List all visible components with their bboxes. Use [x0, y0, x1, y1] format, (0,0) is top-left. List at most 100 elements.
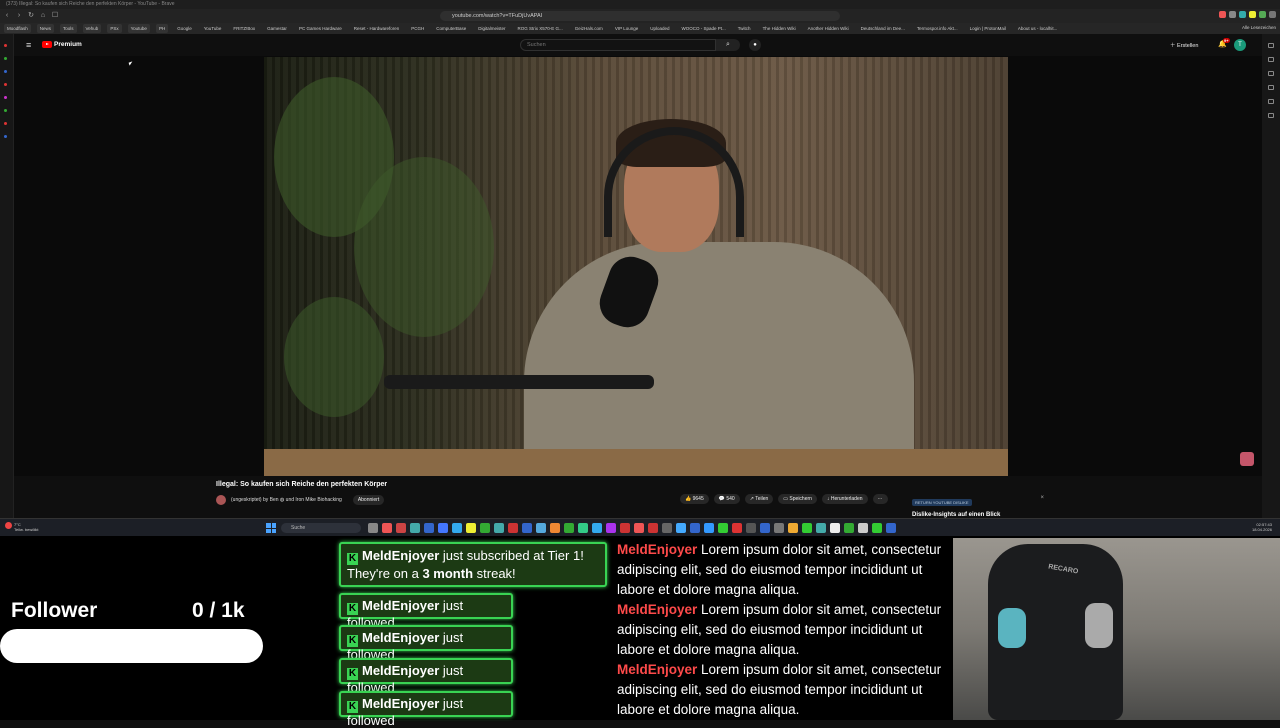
bookmark-item[interactable]: Deutschland im Dee... — [858, 24, 908, 33]
taskbar-app-icon[interactable] — [648, 523, 658, 533]
taskbar-app-icon[interactable] — [634, 523, 644, 533]
taskbar-app-icon[interactable] — [578, 523, 588, 533]
bookmark-item[interactable]: Vehub — [82, 24, 102, 33]
taskbar-search[interactable]: Suche — [281, 523, 361, 533]
sidebar-dot-icon[interactable] — [4, 83, 7, 86]
bookmark-item[interactable]: VIP Lounge — [612, 24, 641, 33]
brave-shield-icon[interactable] — [1219, 11, 1226, 18]
taskbar-app-icon[interactable] — [718, 523, 728, 533]
bookmark-item[interactable]: WOOCO - Spade Pt... — [679, 24, 729, 33]
taskbar-app-icon[interactable] — [690, 523, 700, 533]
microphone-icon[interactable]: ● — [749, 39, 761, 51]
taskbar-app-icon[interactable] — [774, 523, 784, 533]
bookmark-item[interactable]: Termospor.info Akt... — [914, 24, 961, 33]
reload-icon[interactable]: ↻ — [26, 11, 36, 21]
taskbar-app-icon[interactable] — [438, 523, 448, 533]
taskbar-app-icon[interactable] — [816, 523, 826, 533]
sidebar-dot-icon[interactable] — [4, 96, 7, 99]
video-player[interactable] — [14, 56, 1262, 476]
bookmark-icon[interactable]: ☐ — [50, 11, 60, 21]
taskbar-app-icon[interactable] — [872, 523, 882, 533]
bookmark-item[interactable]: Reset - Hardwareforen — [351, 24, 403, 33]
sidebar-dot-icon[interactable] — [4, 70, 7, 73]
windows-start-icon[interactable] — [266, 523, 276, 533]
panel-icon[interactable] — [1268, 85, 1274, 90]
taskbar-app-icon[interactable] — [732, 523, 742, 533]
bookmark-item[interactable]: YouTube — [201, 24, 225, 33]
hamburger-menu-icon[interactable]: ≡ — [26, 40, 31, 50]
more-button[interactable]: ··· — [872, 494, 888, 504]
taskbar-app-icon[interactable] — [844, 523, 854, 533]
bookmark-item[interactable]: Tools — [60, 24, 77, 33]
taskbar-app-icon[interactable] — [424, 523, 434, 533]
share-button[interactable]: ↗ Teilen — [744, 494, 774, 504]
extension-icon[interactable] — [1249, 11, 1256, 18]
panel-icon[interactable] — [1268, 99, 1274, 104]
bookmark-item[interactable]: News — [36, 24, 55, 33]
comments-button[interactable]: 💬 540 — [713, 494, 740, 504]
channel-avatar[interactable] — [216, 495, 226, 505]
panel-icon[interactable] — [1268, 43, 1274, 48]
weather-widget[interactable]: 7°C Teilw. bewölkt — [5, 522, 38, 532]
taskbar-app-icon[interactable] — [396, 523, 406, 533]
taskbar-app-icon[interactable] — [382, 523, 392, 533]
forward-icon[interactable]: › — [14, 11, 24, 21]
bookmark-item[interactable]: Google — [174, 24, 195, 33]
bookmark-item[interactable]: Uploaded — [647, 24, 672, 33]
taskbar-app-icon[interactable] — [788, 523, 798, 533]
all-bookmarks-link[interactable]: Alle Lesezeichen — [1242, 25, 1276, 30]
taskbar-app-icon[interactable] — [536, 523, 546, 533]
create-button[interactable]: ＋ Erstellen — [1170, 41, 1198, 49]
notifications-bell-icon[interactable]: 🔔 9+ — [1218, 38, 1230, 48]
panel-icon[interactable] — [1268, 71, 1274, 76]
url-bar[interactable]: youtube.com/watch?v=TFuDjUvAPAI — [440, 11, 840, 21]
bookmark-item[interactable]: GeizHals.com — [572, 24, 606, 33]
bookmark-item[interactable]: FRITZ!Box — [230, 24, 258, 33]
panel-icon[interactable] — [1268, 57, 1274, 62]
taskbar-app-icon[interactable] — [886, 523, 896, 533]
sidebar-dot-icon[interactable] — [4, 57, 7, 60]
taskbar-app-icon[interactable] — [704, 523, 714, 533]
youtube-premium-logo[interactable]: Premium — [42, 41, 82, 48]
download-button[interactable]: ↓ Herunterladen — [821, 494, 868, 504]
taskbar-app-icon[interactable] — [858, 523, 868, 533]
bookmark-item[interactable]: PSx — [107, 24, 122, 33]
bookmark-item[interactable]: PC Games Hardware — [296, 24, 345, 33]
extension-icon[interactable] — [1229, 11, 1236, 18]
avatar[interactable]: T — [1234, 39, 1246, 51]
taskbar-app-icon[interactable] — [508, 523, 518, 533]
bookmark-item[interactable]: ComputerBase — [433, 24, 469, 33]
taskbar-app-icon[interactable] — [620, 523, 630, 533]
sidebar-dot-icon[interactable] — [4, 122, 7, 125]
taskbar-app-icon[interactable] — [802, 523, 812, 533]
menu-icon[interactable] — [1269, 11, 1276, 18]
sidebar-dot-icon[interactable] — [4, 135, 7, 138]
channel-name[interactable]: (ungeskriptet) by Ben ◍ und Iron Mike Bi… — [231, 497, 342, 503]
taskbar-app-icon[interactable] — [746, 523, 756, 533]
system-tray-clock[interactable]: 02:57:43 18.04.2026 — [1252, 522, 1272, 532]
bookmark-item[interactable]: Gamestar — [264, 24, 290, 33]
bookmark-item[interactable]: Another Hidden Wiki — [805, 24, 852, 33]
subscribed-button[interactable]: Abonniert — [352, 495, 385, 505]
extension-icon[interactable] — [1239, 11, 1246, 18]
bookmark-item[interactable]: About us - localhit... — [1015, 24, 1061, 33]
taskbar-app-icon[interactable] — [452, 523, 462, 533]
bookmark-item[interactable]: The Hidden Wiki — [760, 24, 799, 33]
video-frame[interactable] — [264, 57, 1008, 476]
like-button[interactable]: 👍 9645 — [680, 494, 709, 504]
bookmark-item[interactable]: Login | ProtonMail — [967, 24, 1009, 33]
bookmark-item[interactable]: Twitch — [735, 24, 754, 33]
close-icon[interactable]: × — [1040, 495, 1044, 501]
taskbar-app-icon[interactable] — [410, 523, 420, 533]
taskbar-app-icon[interactable] — [592, 523, 602, 533]
back-icon[interactable]: ‹ — [2, 11, 12, 21]
taskbar-app-icon[interactable] — [480, 523, 490, 533]
record-extension-icon[interactable] — [1240, 452, 1254, 466]
sidebar-dot-icon[interactable] — [4, 109, 7, 112]
search-input[interactable]: Suchen — [520, 39, 716, 51]
taskbar-app-icon[interactable] — [564, 523, 574, 533]
sidebar-dot-icon[interactable] — [4, 44, 7, 47]
bookmark-item[interactable]: Digitalmeister — [475, 24, 508, 33]
bookmark-item[interactable]: PCGH — [408, 24, 427, 33]
taskbar-app-icon[interactable] — [466, 523, 476, 533]
